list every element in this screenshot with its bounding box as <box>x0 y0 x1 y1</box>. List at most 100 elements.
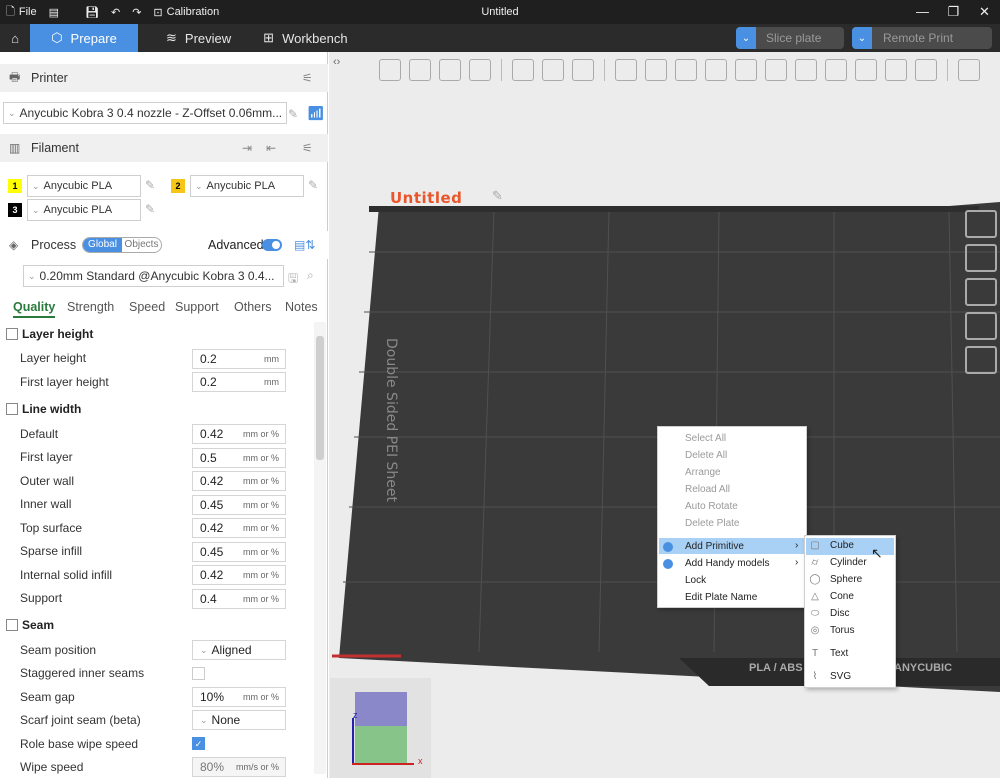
wifi-icon[interactable]: 📶︎ <box>307 105 325 122</box>
label-default: Default <box>20 427 59 441</box>
close-button[interactable]: ✕ <box>969 0 1000 24</box>
menu-item-reload-all[interactable]: Reload All <box>685 484 730 495</box>
label-sparse-infill: Sparse infill <box>20 544 83 558</box>
chevron-down-icon[interactable]: ⌄ <box>852 27 872 49</box>
internal-solid-infill-input[interactable]: 0.42 mm or % <box>192 565 286 585</box>
sidebar-scrollbar[interactable] <box>314 322 326 774</box>
lock-plate-icon[interactable] <box>965 312 997 340</box>
edit-icon[interactable]: ✎ <box>145 202 155 216</box>
role-wipe-checkbox[interactable]: ✓ <box>192 737 205 750</box>
filament-select-2[interactable]: ⌄ Anycubic PLA <box>190 175 304 197</box>
default-width-input[interactable]: 0.42 mm or % <box>192 424 286 444</box>
label-first-layer: First layer <box>20 450 73 464</box>
tab-prepare[interactable]: ⬡ Prepare <box>30 24 138 52</box>
objects-toggle[interactable]: Objects <box>122 238 161 252</box>
menu-item-torus[interactable]: Torus <box>830 625 854 636</box>
label-scarf-joint: Scarf joint seam (beta) <box>20 713 141 727</box>
tab-speed[interactable]: Speed <box>129 300 165 314</box>
seam-position-select[interactable]: ⌄ Aligned <box>192 640 286 660</box>
settings-sliders-icon[interactable]: ⚟ <box>302 71 313 85</box>
tab-strength[interactable]: Strength <box>67 300 114 314</box>
delete-plate-icon[interactable] <box>965 210 997 238</box>
chevron-down-icon: ⌄ <box>195 180 203 191</box>
sparse-infill-input[interactable]: 0.45 mm or % <box>192 542 286 562</box>
file-menu[interactable]: 🗋 File <box>0 0 43 24</box>
menu-item-text[interactable]: Text <box>830 648 848 659</box>
navigation-cube[interactable]: x z <box>330 678 431 778</box>
advanced-switch[interactable] <box>262 239 282 251</box>
tab-workbench[interactable]: ⊞ Workbench <box>247 24 363 52</box>
edit-icon[interactable]: ✎ <box>288 107 298 121</box>
settings-sliders-icon[interactable]: ⚟ <box>302 141 313 155</box>
restore-button[interactable]: ❐ <box>938 0 969 24</box>
home-icon[interactable]: ⌂ <box>0 24 30 52</box>
global-objects-toggle[interactable]: Global Objects <box>82 237 162 253</box>
first-layer-height-input[interactable]: 0.2 mm <box>192 372 286 392</box>
undo-icon[interactable]: ↶ <box>105 0 126 24</box>
global-toggle[interactable]: Global <box>83 238 122 252</box>
compare-icon[interactable]: ▤⇅ <box>294 238 315 252</box>
slice-plate-button[interactable]: ⌄ Slice plate <box>736 27 844 49</box>
add-filament-icon[interactable]: ⇥ <box>242 141 252 155</box>
plate-settings-icon[interactable] <box>965 346 997 374</box>
nav-cube-front[interactable] <box>355 726 407 764</box>
3d-viewport[interactable]: ‹› Untitled ✎ Double Sided PEI Sheet PLA… <box>329 52 1000 778</box>
calibration-menu[interactable]: ⊡ Calibration <box>147 0 225 24</box>
outer-wall-input[interactable]: 0.42 mm or % <box>192 471 286 491</box>
menu-item-disc[interactable]: Disc <box>830 608 849 619</box>
top-surface-input[interactable]: 0.42 mm or % <box>192 518 286 538</box>
save-preset-icon[interactable]: 🖫 <box>288 269 298 290</box>
label-outer-wall: Outer wall <box>20 474 75 488</box>
menu-item-svg[interactable]: SVG <box>830 671 851 682</box>
nav-cube-top[interactable] <box>355 692 407 726</box>
layer-height-input[interactable]: 0.2 mm <box>192 349 286 369</box>
filament-select-3[interactable]: ⌄ Anycubic PLA <box>27 199 141 221</box>
scroll-thumb[interactable] <box>316 336 324 460</box>
arrange-plate-icon[interactable] <box>965 278 997 306</box>
file-icon: 🗋 <box>6 5 15 18</box>
menu-item-arrange[interactable]: Arrange <box>685 467 721 478</box>
redo-icon[interactable]: ↷ <box>126 0 147 24</box>
minimize-button[interactable]: — <box>907 0 938 24</box>
filament-select-1[interactable]: ⌄ Anycubic PLA <box>27 175 141 197</box>
printer-select[interactable]: ⌄ Anycubic Kobra 3 0.4 nozzle - Z-Offset … <box>3 102 287 124</box>
seam-gap-input[interactable]: 10% mm or % <box>192 687 286 707</box>
process-preset-select[interactable]: ⌄ 0.20mm Standard @Anycubic Kobra 3 0.4..… <box>23 265 284 287</box>
wipe-speed-input[interactable]: 80% mm/s or % <box>192 757 286 777</box>
menu-item-cube[interactable]: Cube <box>830 540 854 551</box>
tab-others[interactable]: Others <box>234 300 272 314</box>
menu-item-delete-all[interactable]: Delete All <box>685 450 727 461</box>
menu-item-add-handy-models[interactable]: Add Handy models <box>685 558 770 569</box>
menu-item-sphere[interactable]: Sphere <box>830 574 862 585</box>
tab-notes[interactable]: Notes <box>285 300 318 314</box>
menu-item-auto-rotate[interactable]: Auto Rotate <box>685 501 738 512</box>
support-width-input[interactable]: 0.4 mm or % <box>192 589 286 609</box>
save-icon[interactable]: 💾︎ <box>79 0 105 24</box>
menu-item-cylinder[interactable]: Cylinder <box>830 557 867 568</box>
staggered-seams-checkbox[interactable] <box>192 667 205 680</box>
tab-support[interactable]: Support <box>175 300 219 314</box>
menu-item-lock[interactable]: Lock <box>685 575 706 586</box>
edit-plate-name-icon[interactable]: ✎ <box>492 188 503 204</box>
menu-item-cone[interactable]: Cone <box>830 591 854 602</box>
plate-title[interactable]: Untitled <box>390 189 462 207</box>
inner-wall-input[interactable]: 0.45 mm or % <box>192 495 286 515</box>
menu-item-delete-plate[interactable]: Delete Plate <box>685 518 739 529</box>
chevron-down-icon: ⌄ <box>200 644 208 655</box>
tab-preview[interactable]: ≋ Preview <box>150 24 247 52</box>
edit-icon[interactable]: ✎ <box>308 178 318 192</box>
cylinder-icon: ⌭ <box>811 557 819 568</box>
search-icon[interactable]: ⌕ <box>307 268 314 283</box>
first-layer-width-input[interactable]: 0.5 mm or % <box>192 448 286 468</box>
scarf-joint-select[interactable]: ⌄ None <box>192 710 286 730</box>
remote-print-button[interactable]: ⌄ Remote Print <box>852 27 992 49</box>
chevron-down-icon[interactable]: ⌄ <box>736 27 756 49</box>
menu-item-select-all[interactable]: Select All <box>685 433 726 444</box>
orient-plate-icon[interactable] <box>965 244 997 272</box>
tab-quality[interactable]: Quality <box>13 300 56 318</box>
menu-item-add-primitive[interactable]: Add Primitive <box>685 541 744 552</box>
menu-item-edit-plate-name[interactable]: Edit Plate Name <box>685 592 757 603</box>
menu-icon[interactable]: ▤ <box>43 0 65 24</box>
remove-filament-icon[interactable]: ⇤ <box>266 141 276 155</box>
edit-icon[interactable]: ✎ <box>145 178 155 192</box>
